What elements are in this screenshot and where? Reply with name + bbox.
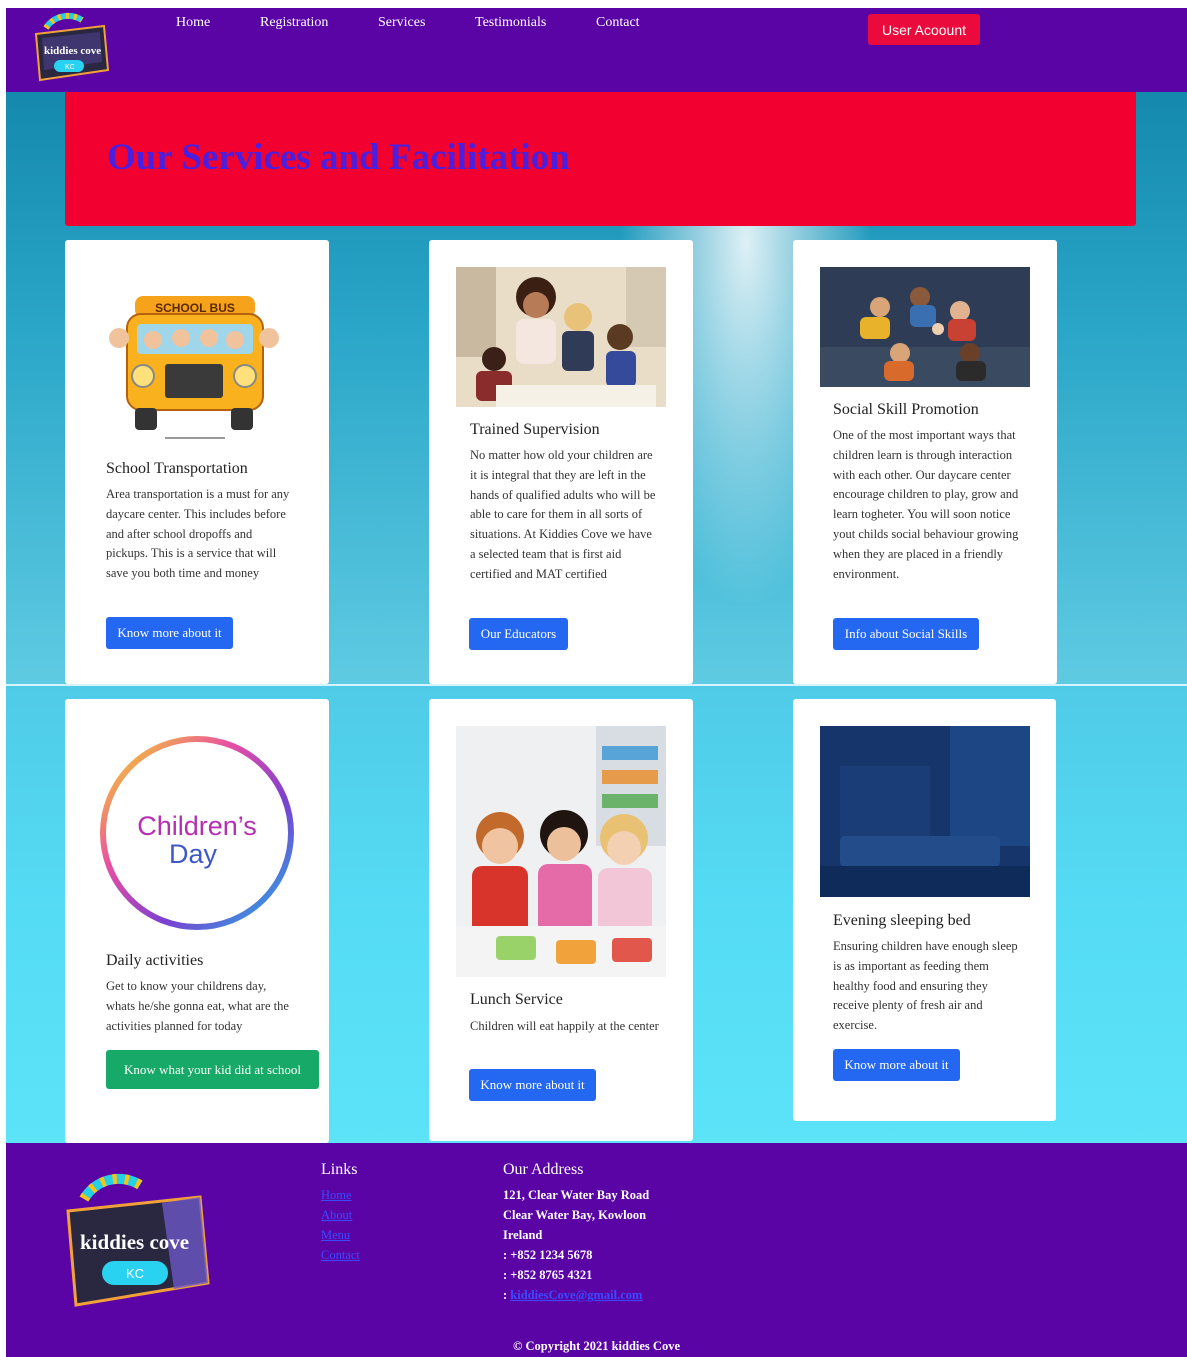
kiddies-cove-logo[interactable]: kiddies cove KC	[62, 1159, 212, 1309]
childrens-day-image: Children’s Day	[100, 736, 294, 930]
footer-link-about[interactable]: About	[321, 1208, 352, 1223]
card-text: Get to know your childrens day, whats he…	[106, 979, 289, 1033]
card-text: Ensuring children have enough sleep is a…	[833, 939, 1018, 1033]
service-card-trained-supervision: Trained Supervision No matter how old yo…	[429, 240, 693, 684]
nav-home[interactable]: Home	[176, 15, 210, 31]
address-line: Ireland	[503, 1228, 543, 1242]
nav-links: Home Registration Services Testimonials …	[6, 15, 1187, 35]
service-card-social-skill-promotion: Social Skill Promotion One of the most i…	[793, 240, 1057, 684]
know-more-button[interactable]: Know more about it	[106, 617, 233, 649]
nav-services[interactable]: Services	[378, 15, 425, 31]
card-text: Area transportation is a must for any da…	[106, 487, 290, 581]
svg-text:SCHOOL BUS: SCHOOL BUS	[155, 301, 235, 315]
nav-testimonials[interactable]: Testimonials	[475, 15, 546, 31]
service-card-daily-activities: Children’s Day Daily activities Get to k…	[65, 699, 329, 1143]
footer: kiddies cove KC Links Home About Menu Co…	[6, 1143, 1187, 1357]
children-eating-image	[456, 726, 666, 977]
svg-text:KC: KC	[126, 1266, 144, 1281]
bedroom-night-image	[820, 726, 1030, 897]
svg-text:Day: Day	[169, 839, 218, 869]
nav-contact[interactable]: Contact	[596, 15, 640, 31]
children-playing-image	[820, 267, 1030, 387]
card-text: One of the most important ways that chil…	[833, 428, 1019, 581]
svg-text:kiddies cove: kiddies cove	[80, 1230, 189, 1254]
card-title: Social Skill Promotion	[833, 401, 979, 418]
phone-line-1: : +852 1234 5678	[503, 1248, 593, 1262]
card-text: Children will eat happily at the center	[470, 1019, 659, 1033]
hero-banner: Our Services and Facilitation	[65, 92, 1136, 226]
footer-link-contact[interactable]: Contact	[321, 1248, 360, 1263]
phone-line-2: : +852 8765 4321	[503, 1268, 593, 1282]
address-line: Clear Water Bay, Kowloon	[503, 1208, 647, 1222]
footer-address-heading: Our Address	[503, 1161, 584, 1178]
email-line: : kiddiesCove@gmail.com	[503, 1288, 642, 1303]
footer-links-heading: Links	[321, 1161, 358, 1178]
card-text: No matter how old your children are it i…	[470, 448, 656, 581]
svg-text:Children’s: Children’s	[137, 811, 257, 841]
navbar: kiddies cove KC Home Registration Servic…	[6, 8, 1187, 92]
address-line: 121, Clear Water Bay Road	[503, 1188, 650, 1202]
social-skills-info-button[interactable]: Info about Social Skills	[833, 618, 979, 650]
teacher-with-children-image	[456, 267, 666, 407]
card-title: School Transportation	[106, 460, 248, 477]
footer-link-menu[interactable]: Menu	[321, 1228, 350, 1243]
nav-registration[interactable]: Registration	[260, 15, 328, 31]
user-account-button[interactable]: User Acoount	[868, 14, 980, 45]
service-card-school-transportation: SCHOOL BUS School Transportation Area tr…	[65, 240, 329, 684]
know-more-button[interactable]: Know more about it	[469, 1069, 596, 1101]
svg-text:kiddies cove: kiddies cove	[44, 45, 101, 57]
card-title: Trained Supervision	[470, 421, 600, 438]
page-title: Our Services and Facilitation	[107, 137, 570, 178]
our-educators-button[interactable]: Our Educators	[469, 618, 568, 650]
card-title: Evening sleeping bed	[833, 912, 971, 929]
svg-text:KC: KC	[65, 64, 75, 71]
daily-report-button[interactable]: Know what your kid did at school	[106, 1050, 319, 1089]
service-card-evening-sleeping-bed: Evening sleeping bed Ensuring children h…	[793, 699, 1056, 1121]
footer-link-home[interactable]: Home	[321, 1188, 352, 1203]
know-more-button[interactable]: Know more about it	[833, 1049, 960, 1081]
school-bus-image: SCHOOL BUS	[109, 296, 279, 439]
email-link[interactable]: kiddiesCove@gmail.com	[510, 1288, 642, 1302]
service-card-lunch-service: Lunch Service Children will eat happily …	[429, 699, 693, 1141]
card-title: Lunch Service	[470, 991, 563, 1008]
card-title: Daily activities	[106, 952, 204, 969]
copyright: © Copyright 2021 kiddies Cove	[513, 1339, 680, 1353]
